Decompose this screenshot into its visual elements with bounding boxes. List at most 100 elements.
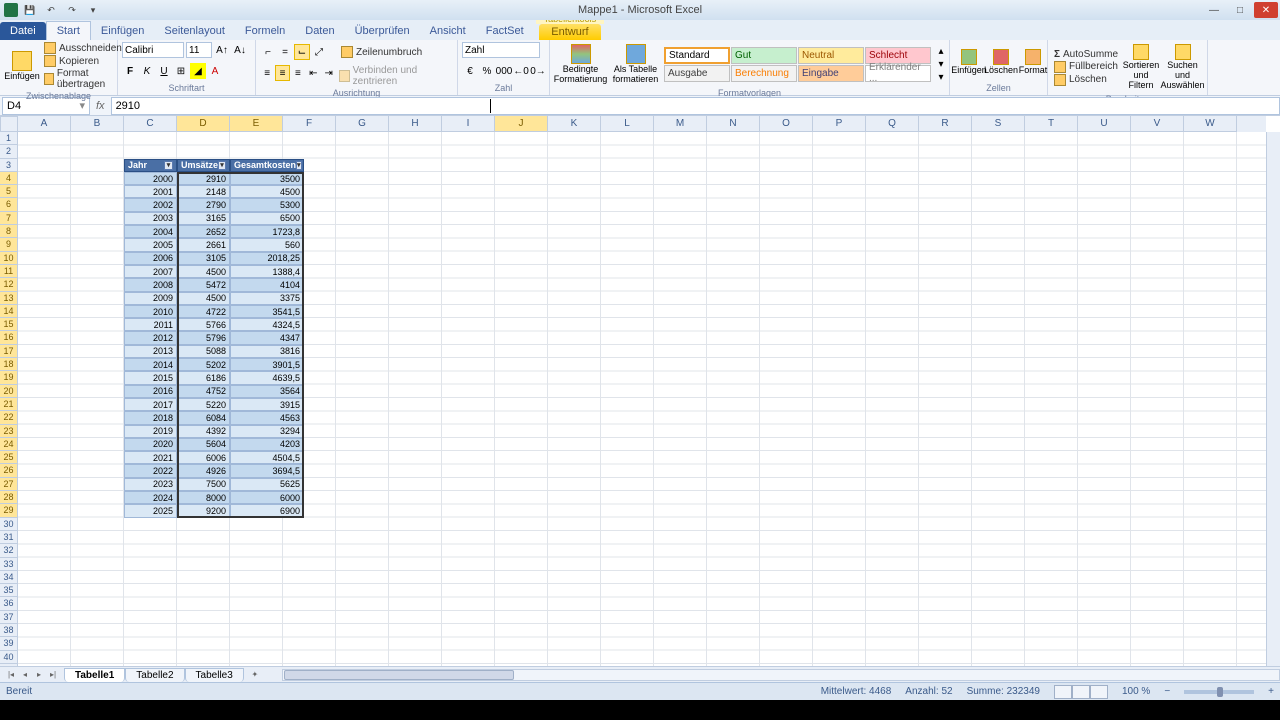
table-cell[interactable]: 5796: [177, 331, 230, 344]
copy-button[interactable]: Kopieren: [42, 55, 124, 67]
table-row[interactable]: 202056044203: [124, 438, 304, 451]
col-header-G[interactable]: G: [336, 116, 389, 132]
select-all-corner[interactable]: [0, 116, 18, 132]
table-cell[interactable]: 3694,5: [230, 464, 304, 477]
col-header-E[interactable]: E: [230, 116, 283, 132]
col-header-F[interactable]: F: [283, 116, 336, 132]
table-cell[interactable]: 5766: [177, 318, 230, 331]
percent-button[interactable]: %: [479, 63, 495, 79]
col-header-L[interactable]: L: [601, 116, 654, 132]
table-cell[interactable]: 2019: [124, 425, 177, 438]
align-left-button[interactable]: ≡: [260, 65, 274, 81]
table-row[interactable]: 200121484500: [124, 185, 304, 198]
table-row[interactable]: 201752203915: [124, 398, 304, 411]
row-header-11[interactable]: 11: [0, 265, 18, 278]
row-header-26[interactable]: 26: [0, 464, 18, 477]
zoom-thumb[interactable]: [1217, 687, 1223, 697]
cells-area[interactable]: Jahr▾Umsätze▾Gesamtkosten▾ 2000291035002…: [18, 132, 1266, 666]
col-header-U[interactable]: U: [1078, 116, 1131, 132]
table-cell[interactable]: 2024: [124, 491, 177, 504]
table-cell[interactable]: 5088: [177, 345, 230, 358]
tab-formulas[interactable]: Formeln: [235, 22, 295, 40]
bold-button[interactable]: F: [122, 63, 138, 79]
tab-design[interactable]: Entwurf: [539, 24, 600, 40]
column-headers[interactable]: ABCDEFGHIJKLMNOPQRSTUVW: [18, 116, 1266, 132]
table-cell[interactable]: 7500: [177, 478, 230, 491]
table-row[interactable]: 20052661560: [124, 238, 304, 251]
table-cell[interactable]: 4722: [177, 305, 230, 318]
number-format-select[interactable]: [462, 42, 540, 58]
table-cell[interactable]: 5604: [177, 438, 230, 451]
table-cell[interactable]: 2023: [124, 478, 177, 491]
autosum-button[interactable]: ΣAutoSumme: [1052, 49, 1120, 60]
table-cell[interactable]: 4347: [230, 331, 304, 344]
sheet-nav-last[interactable]: ▸|: [46, 668, 60, 682]
font-name-select[interactable]: [122, 42, 184, 58]
table-cell[interactable]: 3375: [230, 292, 304, 305]
table-cell[interactable]: 3105: [177, 252, 230, 265]
row-header-15[interactable]: 15: [0, 318, 18, 331]
row-header-13[interactable]: 13: [0, 292, 18, 305]
table-row[interactable]: 201257964347: [124, 331, 304, 344]
col-header-W[interactable]: W: [1184, 116, 1237, 132]
col-header-K[interactable]: K: [548, 116, 601, 132]
table-cell[interactable]: 2001: [124, 185, 177, 198]
zoom-out-button[interactable]: −: [1164, 686, 1170, 697]
table-row[interactable]: 200631052018,25: [124, 252, 304, 265]
table-cell[interactable]: 8000: [177, 491, 230, 504]
qat-redo[interactable]: ↷: [63, 2, 81, 18]
zoom-in-button[interactable]: +: [1268, 686, 1274, 697]
table-header-0[interactable]: Jahr▾: [124, 159, 177, 172]
row-header-3[interactable]: 3: [0, 159, 18, 172]
row-header-5[interactable]: 5: [0, 185, 18, 198]
table-cell[interactable]: 2006: [124, 252, 177, 265]
row-header-35[interactable]: 35: [0, 584, 18, 597]
table-cell[interactable]: 4324,5: [230, 318, 304, 331]
table-cell[interactable]: 5300: [230, 198, 304, 211]
view-normal-button[interactable]: [1054, 685, 1072, 699]
row-header-18[interactable]: 18: [0, 358, 18, 371]
underline-button[interactable]: U: [156, 63, 172, 79]
table-cell[interactable]: 3294: [230, 425, 304, 438]
currency-button[interactable]: €: [462, 63, 478, 79]
cell-style-0[interactable]: Standard: [664, 47, 730, 64]
table-row[interactable]: 201350883816: [124, 345, 304, 358]
table-row[interactable]: 200227905300: [124, 198, 304, 211]
font-color-button[interactable]: A: [207, 63, 223, 79]
row-header-25[interactable]: 25: [0, 451, 18, 464]
col-header-P[interactable]: P: [813, 116, 866, 132]
table-cell[interactable]: 4639,5: [230, 371, 304, 384]
table-row[interactable]: 200745001388,4: [124, 265, 304, 278]
table-cell[interactable]: 2018,25: [230, 252, 304, 265]
data-table[interactable]: Jahr▾Umsätze▾Gesamtkosten▾ 2000291035002…: [124, 159, 304, 518]
table-row[interactable]: 201561864639,5: [124, 371, 304, 384]
sort-filter-button[interactable]: Sortieren und Filtern: [1122, 42, 1160, 93]
table-cell[interactable]: 1388,4: [230, 265, 304, 278]
table-cell[interactable]: 4104: [230, 278, 304, 291]
border-button[interactable]: ⊞: [173, 63, 189, 79]
row-header-28[interactable]: 28: [0, 491, 18, 504]
table-cell[interactable]: 2022: [124, 464, 177, 477]
close-button[interactable]: ✕: [1254, 2, 1278, 18]
cell-style-7[interactable]: Erklärender ...: [865, 65, 931, 82]
table-cell[interactable]: 4500: [230, 185, 304, 198]
table-cell[interactable]: 6900: [230, 504, 304, 517]
row-header-31[interactable]: 31: [0, 531, 18, 544]
tab-review[interactable]: Überprüfen: [345, 22, 420, 40]
table-row[interactable]: 201047223541,5: [124, 305, 304, 318]
row-header-24[interactable]: 24: [0, 438, 18, 451]
table-cell[interactable]: 2015: [124, 371, 177, 384]
table-row[interactable]: 201157664324,5: [124, 318, 304, 331]
format-as-table-button[interactable]: Als Tabelle formatieren: [609, 42, 662, 87]
cell-style-3[interactable]: Schlecht: [865, 47, 931, 64]
table-cell[interactable]: 4500: [177, 292, 230, 305]
row-header-38[interactable]: 38: [0, 624, 18, 637]
vertical-scrollbar[interactable]: [1266, 132, 1280, 666]
table-cell[interactable]: 2002: [124, 198, 177, 211]
view-layout-button[interactable]: [1072, 685, 1090, 699]
table-cell[interactable]: 3915: [230, 398, 304, 411]
row-header-40[interactable]: 40: [0, 651, 18, 664]
orientation-button[interactable]: ⤢: [311, 44, 327, 60]
row-header-8[interactable]: 8: [0, 225, 18, 238]
table-row[interactable]: 202249263694,5: [124, 464, 304, 477]
